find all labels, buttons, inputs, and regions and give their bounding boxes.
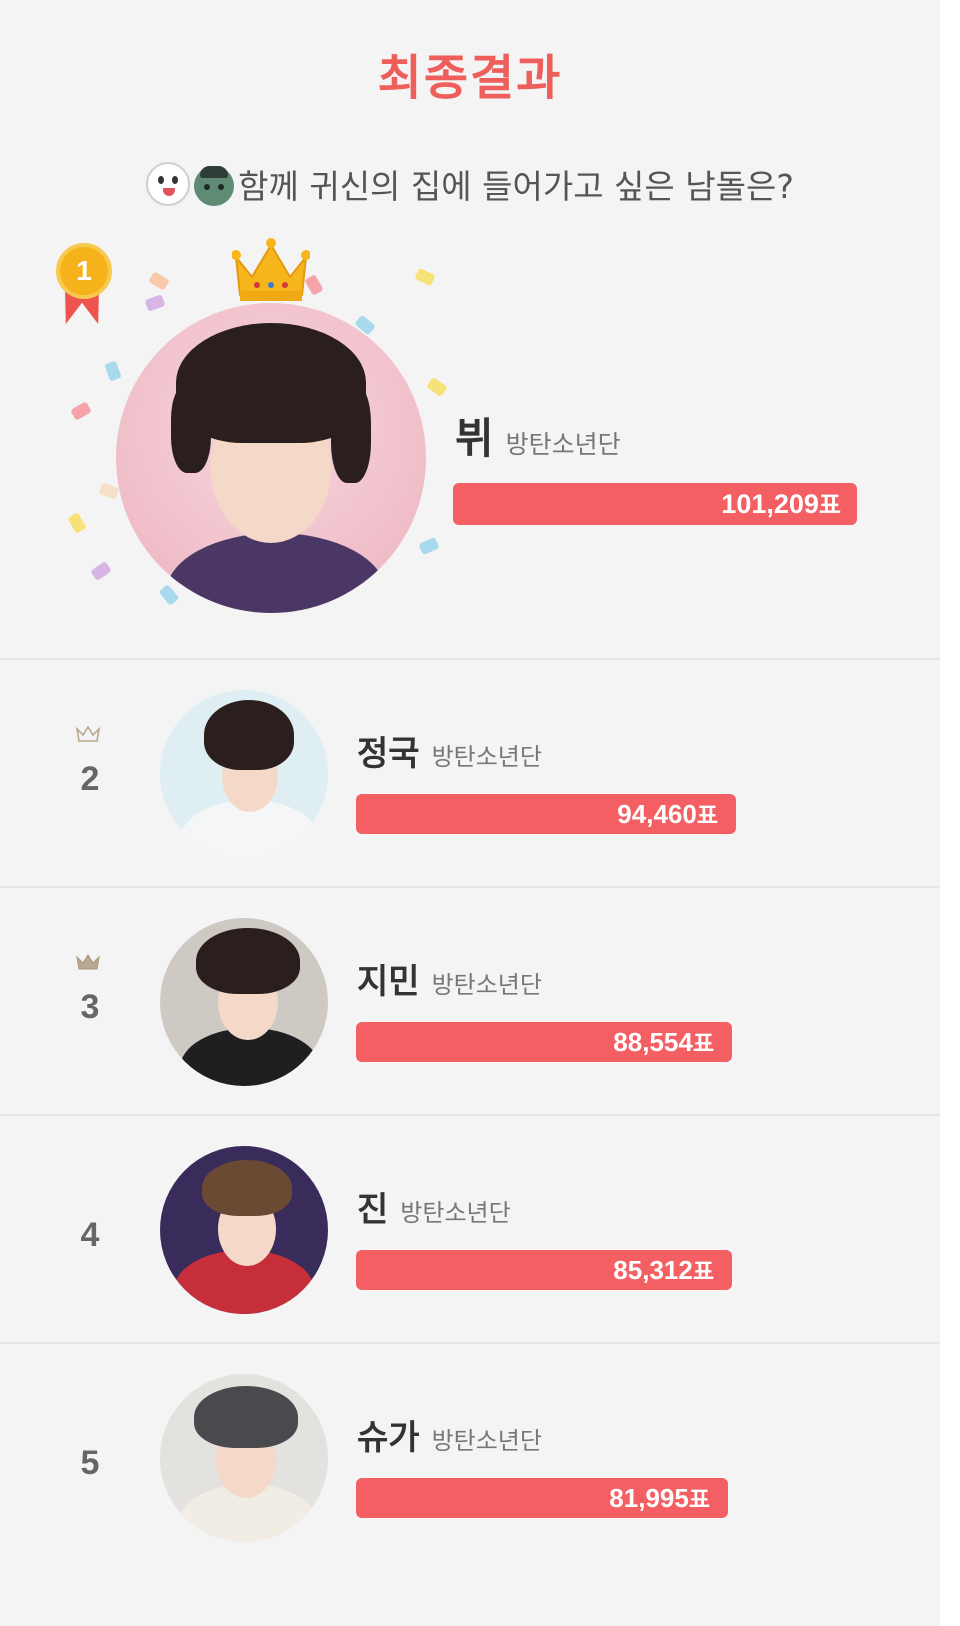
poll-question: 함께 귀신의 집에 들어가고 싶은 남돌은? (0, 160, 940, 208)
crown-icon (232, 238, 310, 301)
name-line: 정국 방탄소년단 (357, 726, 542, 775)
vote-unit: 표 (688, 1487, 710, 1513)
rank-number: 5 (80, 1444, 100, 1482)
vote-count: 94,460 (617, 799, 697, 829)
group-name: 방탄소년단 (431, 743, 542, 771)
vote-unit: 표 (692, 1031, 714, 1057)
winner-vote-bar: 101,209표 (453, 483, 857, 525)
page-title: 최종결과 (377, 50, 563, 106)
winner-avatar (116, 303, 426, 613)
zombie-icon (194, 166, 235, 206)
group-name: 방탄소년단 (431, 971, 542, 999)
result-row-4[interactable]: 4 진 방탄소년단 85,312표 (0, 1114, 940, 1342)
crown-icon (76, 954, 100, 970)
member-name: 정국 (357, 734, 420, 774)
winner-votes: 101,209 (721, 489, 819, 519)
name-line: 지민 방탄소년단 (357, 954, 542, 1003)
member-name: 진 (357, 1190, 389, 1230)
vote-count: 88,554 (613, 1027, 693, 1057)
rank-number: 3 (80, 988, 100, 1026)
result-row-3[interactable]: 3 지민 방탄소년단 88,554표 (0, 886, 940, 1114)
winner-group: 방탄소년단 (505, 430, 621, 459)
avatar (160, 1146, 328, 1314)
winner-card[interactable]: 1 뷔 방탄소년단 101,209표 (0, 235, 940, 655)
rank-number: 4 (80, 1216, 100, 1254)
result-row-2[interactable]: 2 정국 방탄소년단 94,460표 (0, 658, 940, 886)
poll-question-text: 함께 귀신의 집에 들어가고 싶은 남돌은? (238, 167, 794, 206)
group-name: 방탄소년단 (431, 1427, 542, 1455)
vote-unit: 표 (818, 491, 841, 519)
name-line: 진 방탄소년단 (357, 1182, 511, 1231)
vote-unit: 표 (696, 803, 718, 829)
avatar (160, 918, 328, 1086)
crown-outline-icon (76, 726, 100, 742)
winner-rank: 1 (56, 243, 112, 299)
results-panel: 최종결과 함께 귀신의 집에 들어가고 싶은 남돌은? 1 뷔 방탄소년단 10… (0, 0, 940, 1626)
vote-unit: 표 (692, 1259, 714, 1285)
member-name: 지민 (357, 962, 420, 1002)
name-line: 슈가 방탄소년단 (357, 1410, 542, 1459)
vote-count: 81,995 (609, 1483, 689, 1513)
avatar (160, 1374, 328, 1542)
vote-count: 85,312 (613, 1255, 693, 1285)
group-name: 방탄소년단 (400, 1199, 511, 1227)
member-name: 슈가 (357, 1418, 420, 1458)
vote-bar: 94,460표 (356, 794, 736, 834)
avatar (160, 690, 328, 858)
gold-medal-icon: 1 (48, 243, 118, 333)
ghost-icon (146, 162, 191, 206)
rank-number: 2 (80, 760, 100, 798)
vote-bar: 85,312표 (356, 1250, 732, 1290)
result-row-5[interactable]: 5 슈가 방탄소년단 81,995표 (0, 1342, 940, 1570)
winner-name: 뷔 (455, 414, 494, 463)
vote-bar: 88,554표 (356, 1022, 732, 1062)
winner-name-line: 뷔 방탄소년단 (455, 405, 621, 466)
vote-bar: 81,995표 (356, 1478, 728, 1518)
